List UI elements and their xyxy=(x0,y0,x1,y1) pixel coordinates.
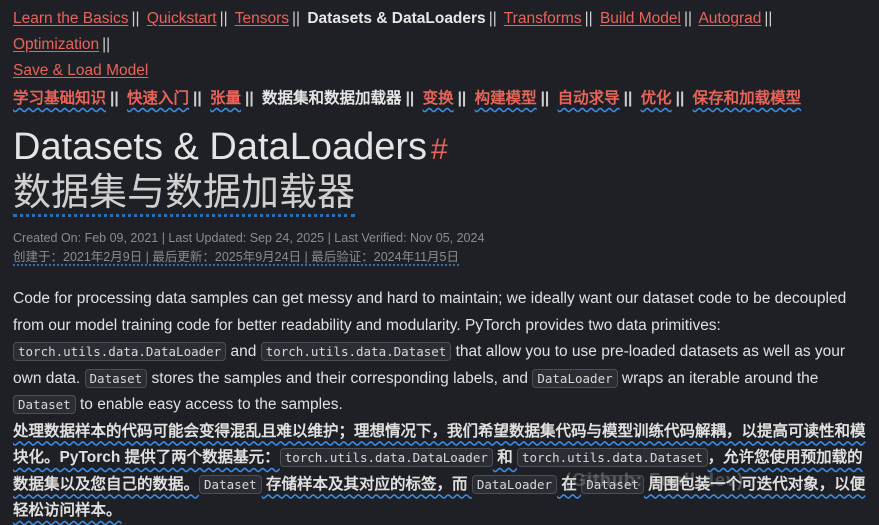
para-text: Code for processing data samples can get… xyxy=(13,290,847,334)
nav-link-tensors[interactable]: Tensors xyxy=(235,10,289,27)
heading-anchor-link[interactable]: # xyxy=(431,133,448,166)
nav-zh-link-quickstart[interactable]: 快速入门 xyxy=(127,90,189,107)
meta-dates-zh-text: 创建于：2021年2月9日 | 最后更新：2025年9月24日 | 最后验证：2… xyxy=(13,250,459,266)
nav-separator: || xyxy=(110,90,119,107)
nav-zh-link-save-load[interactable]: 保存和加载模型 xyxy=(693,90,802,107)
code-dataloader: torch.utils.data.DataLoader xyxy=(13,342,227,361)
breadcrumb-nav-zh: 学习基础知识 || 快速入门 || 张量 || 数据集和数据加载器 || 变换 || 构建… xyxy=(13,86,879,112)
nav-separator: || xyxy=(683,10,693,27)
page: Learn the Basics || Quickstart || Tensors |… xyxy=(13,6,879,525)
nav-zh-link-build-model[interactable]: 构建模型 xyxy=(475,90,537,107)
breadcrumb-nav: Learn the Basics || Quickstart || Tensors |… xyxy=(13,6,879,84)
intro-paragraph-zh: 处理数据样本的代码可能会变得混乱且难以维护；理想情况下，我们希望数据集代码与模型… xyxy=(13,419,877,525)
code-dataloader-short: DataLoader xyxy=(471,474,558,494)
nav-separator: || xyxy=(584,10,593,27)
nav-separator: || xyxy=(131,10,140,27)
code-dataset-short: Dataset xyxy=(84,368,148,388)
code-dataset-short: Dataset xyxy=(199,474,262,494)
nav-zh-link-optimization[interactable]: 优化 xyxy=(641,90,672,107)
meta-dates-zh: 创建于：2021年2月9日 | 最后更新：2025年9月24日 | 最后验证：2… xyxy=(13,248,879,267)
nav-separator: || xyxy=(291,10,301,27)
nav-separator: || xyxy=(764,10,773,27)
page-title-text: Datasets & DataLoaders xyxy=(13,126,428,168)
code-dataset: torch.utils.data.Dataset xyxy=(260,342,452,361)
para-text: and xyxy=(226,343,261,360)
nav-separator: || xyxy=(457,90,467,107)
nav-link-autograd[interactable]: Autograd xyxy=(698,10,761,27)
nav-zh-link-transforms[interactable]: 变换 xyxy=(423,90,454,107)
code-dataset: torch.utils.data.Dataset xyxy=(517,448,708,467)
nav-link-optimization[interactable]: Optimization xyxy=(13,36,99,53)
para-zh-text: 存储样本及其对应的标签，而 xyxy=(261,475,472,493)
nav-separator: || xyxy=(405,90,415,107)
nav-separator: || xyxy=(675,90,685,107)
code-dataloader-short: DataLoader xyxy=(532,368,618,388)
nav-zh-link-basics[interactable]: 学习基础知识 xyxy=(13,90,106,107)
nav-zh-current-datasets: 数据集和数据加载器 xyxy=(262,90,402,107)
nav-link-save-load-model[interactable]: Save & Load Model xyxy=(13,62,148,79)
code-dataset-short: Dataset xyxy=(13,395,76,414)
code-dataloader: torch.utils.data.DataLoader xyxy=(279,448,493,467)
nav-link-quickstart[interactable]: Quickstart xyxy=(147,10,217,27)
para-text: stores the samples and their correspondi… xyxy=(147,369,533,387)
nav-zh-link-autograd[interactable]: 自动求导 xyxy=(558,90,620,107)
nav-separator: || xyxy=(540,90,550,107)
nav-separator: || xyxy=(219,10,228,27)
page-title-zh-text: 数据集与数据加载器 xyxy=(13,172,356,217)
nav-separator: || xyxy=(245,90,254,107)
nav-link-build-model[interactable]: Build Model xyxy=(600,10,681,27)
nav-link-transforms[interactable]: Transforms xyxy=(504,10,582,27)
nav-separator: || xyxy=(488,10,497,27)
nav-separator: || xyxy=(193,90,202,107)
nav-link-learn-the-basics[interactable]: Learn the Basics xyxy=(13,10,128,27)
nav-separator: || xyxy=(623,90,633,107)
intro-paragraph: Code for processing data samples can get… xyxy=(13,286,877,419)
nav-zh-link-tensors[interactable]: 张量 xyxy=(210,90,241,107)
para-zh-text: 和 xyxy=(492,449,518,466)
watermark: (Github: Fuall-dev) xyxy=(565,470,744,490)
page-title: Datasets & DataLoaders # xyxy=(13,126,879,171)
nav-separator: || xyxy=(102,36,111,53)
para-text: to enable easy access to the samples. xyxy=(75,396,343,413)
page-title-zh: 数据集与数据加载器 xyxy=(13,171,879,217)
meta-dates: Created On: Feb 09, 2021 | Last Updated:… xyxy=(13,231,485,245)
nav-current-datasets: Datasets & DataLoaders xyxy=(307,10,486,27)
para-text: wraps an iterable around the xyxy=(617,369,819,387)
